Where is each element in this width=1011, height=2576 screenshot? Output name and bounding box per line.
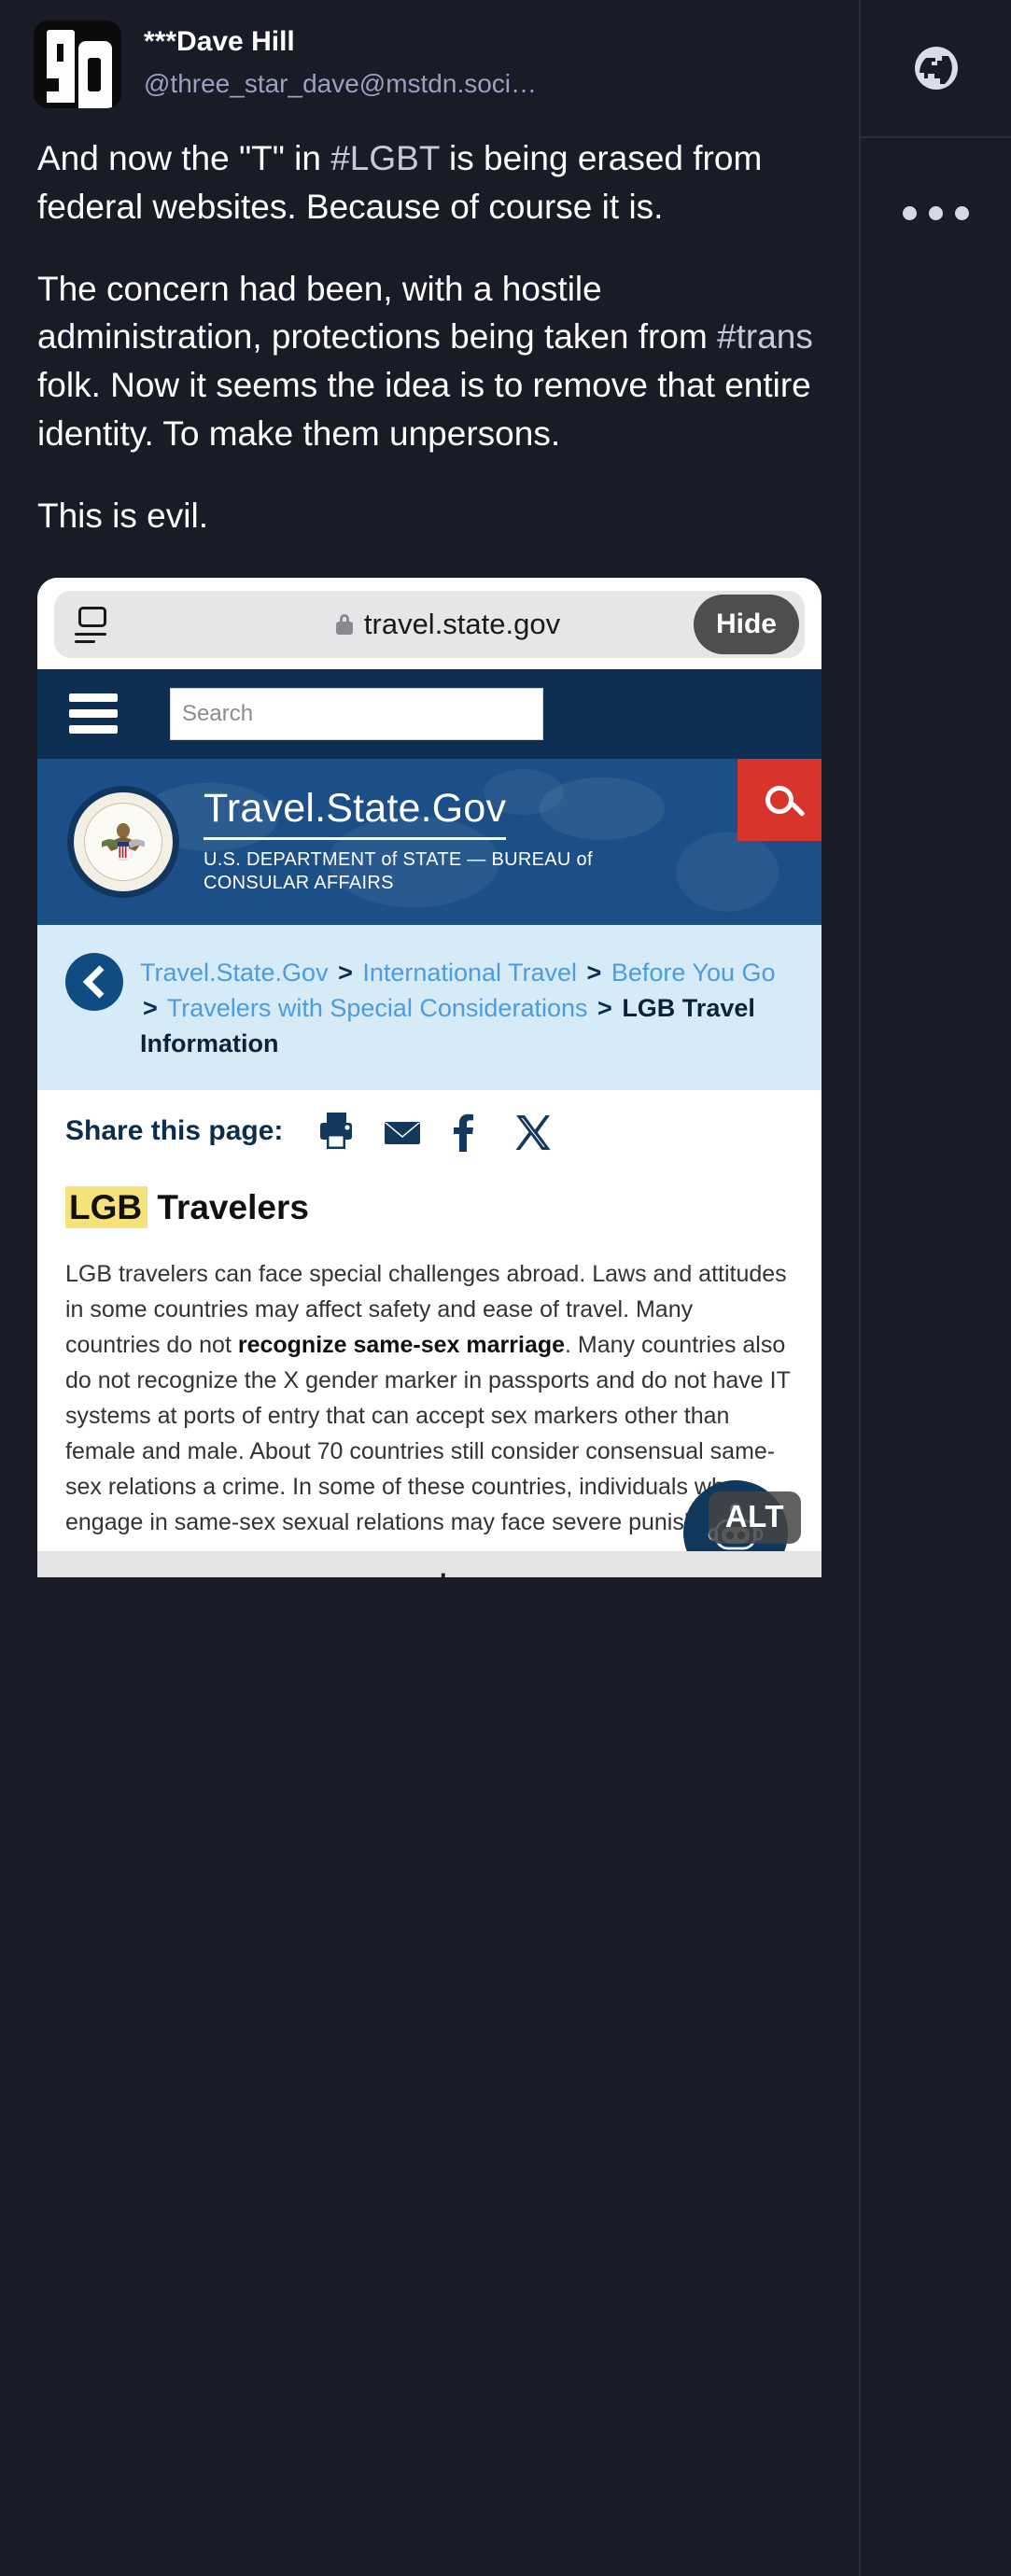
post-header: ***Dave Hill @three_star_dave@mstdn.soci…: [0, 0, 859, 108]
avatar-glyph-right-hole: [88, 58, 101, 91]
alt-strip: ALT 大/一: [37, 1550, 821, 1577]
display-name[interactable]: ***Dave Hill: [144, 24, 537, 60]
url-display[interactable]: travel.state.gov: [105, 608, 792, 641]
account-handle[interactable]: @three_star_dave@mstdn.soci…: [144, 65, 537, 104]
share-row: Share this page:: [37, 1089, 821, 1170]
hashtag-trans[interactable]: #trans: [717, 317, 813, 356]
avatar[interactable]: [34, 21, 121, 108]
gov-site-title[interactable]: Travel.State.Gov: [204, 788, 507, 840]
post-sidebar: [859, 0, 1011, 2576]
p1-text-a: And now the "T" in: [37, 139, 331, 177]
hide-button[interactable]: Hide: [693, 594, 799, 654]
post-paragraph-3: This is evil.: [37, 496, 208, 535]
mastodon-post-screen: ***Dave Hill @three_star_dave@mstdn.soci…: [0, 0, 1011, 2576]
gov-site-subtitle: U.S. DEPARTMENT of STATE — BUREAU of CON…: [204, 848, 593, 893]
x-twitter-icon[interactable]: [513, 1111, 552, 1152]
article-heading-rest: Travelers: [147, 1187, 309, 1226]
p2-text-b: folk. Now it seems the idea is to remove…: [37, 366, 811, 453]
embedded-browser-card: travel.state.gov ↻ Hide Search: [37, 577, 821, 1577]
browser-chrome: travel.state.gov ↻ Hide: [37, 577, 821, 669]
facebook-icon[interactable]: [447, 1111, 486, 1152]
lock-icon: [335, 613, 353, 635]
article-body-bold: recognize same-sex marriage: [237, 1331, 566, 1358]
gov-header-banner: Travel.State.Gov U.S. DEPARTMENT of STAT…: [37, 758, 821, 925]
back-button[interactable]: [65, 952, 123, 1011]
gov-brand: Travel.State.Gov U.S. DEPARTMENT of STAT…: [204, 788, 605, 895]
breadcrumb-item-3[interactable]: Travelers with Special Considerations: [167, 994, 588, 1022]
article-heading-highlight: LGB: [65, 1185, 148, 1228]
breadcrumb-sep-1: >: [586, 958, 602, 987]
article-heading: LGB Travelers: [65, 1185, 793, 1228]
breadcrumb-sep-0: >: [338, 958, 353, 987]
print-icon[interactable]: [316, 1111, 356, 1152]
post-paragraph-2: The concern had been, with a hostile adm…: [37, 265, 814, 458]
post-paragraph-1: And now the "T" in #LGBT is being erased…: [37, 134, 814, 231]
seal-eagle-icon: [102, 822, 145, 861]
gov-search-placeholder: Search: [182, 700, 254, 726]
gov-search-submit-button[interactable]: [737, 758, 821, 841]
article-body-2: . Many countries also do not recognize t…: [65, 1331, 791, 1535]
avatar-glyph-left: [47, 30, 75, 103]
breadcrumb-item-2[interactable]: Before You Go: [611, 959, 776, 987]
email-icon[interactable]: [382, 1111, 421, 1152]
avatar-glyph-left-foot: [47, 78, 59, 91]
visibility-button[interactable]: [861, 0, 1011, 138]
reader-view-icon[interactable]: [75, 605, 114, 644]
post-body: And now the "T" in #LGBT is being erased…: [0, 108, 859, 540]
ellipsis-icon: [903, 205, 969, 220]
share-label: Share this page:: [65, 1114, 284, 1146]
breadcrumb: Travel.State.Gov > International Travel …: [37, 924, 821, 1090]
alt-badge[interactable]: ALT: [708, 1491, 801, 1544]
magnifier-icon: [765, 785, 793, 814]
gov-search-input[interactable]: Search: [170, 687, 543, 740]
url-text: travel.state.gov: [363, 607, 561, 640]
department-of-state-seal: [67, 785, 179, 898]
article-paragraph: LGB travelers can face special challenge…: [65, 1256, 793, 1540]
breadcrumb-item-0[interactable]: Travel.State.Gov: [140, 959, 329, 987]
globe-icon: [914, 47, 958, 90]
hamburger-menu-icon[interactable]: [69, 686, 118, 741]
breadcrumb-sep-2: >: [143, 993, 158, 1022]
gov-nav-bar: Search: [37, 668, 821, 759]
browser-url-bar[interactable]: travel.state.gov ↻ Hide: [54, 590, 805, 658]
breadcrumb-item-1[interactable]: International Travel: [362, 959, 577, 987]
more-options-button[interactable]: [861, 138, 1011, 287]
p2-text-a: The concern had been, with a hostile adm…: [37, 269, 718, 357]
account-names: ***Dave Hill @three_star_dave@mstdn.soci…: [144, 21, 537, 103]
hashtag-lgbt[interactable]: #LGBT: [330, 139, 440, 177]
breadcrumb-trail: Travel.State.Gov > International Travel …: [140, 949, 793, 1062]
post-column: ***Dave Hill @three_star_dave@mstdn.soci…: [0, 0, 859, 2576]
breadcrumb-sep-3: >: [597, 993, 612, 1022]
avatar-glyph-left-notch: [57, 44, 63, 62]
